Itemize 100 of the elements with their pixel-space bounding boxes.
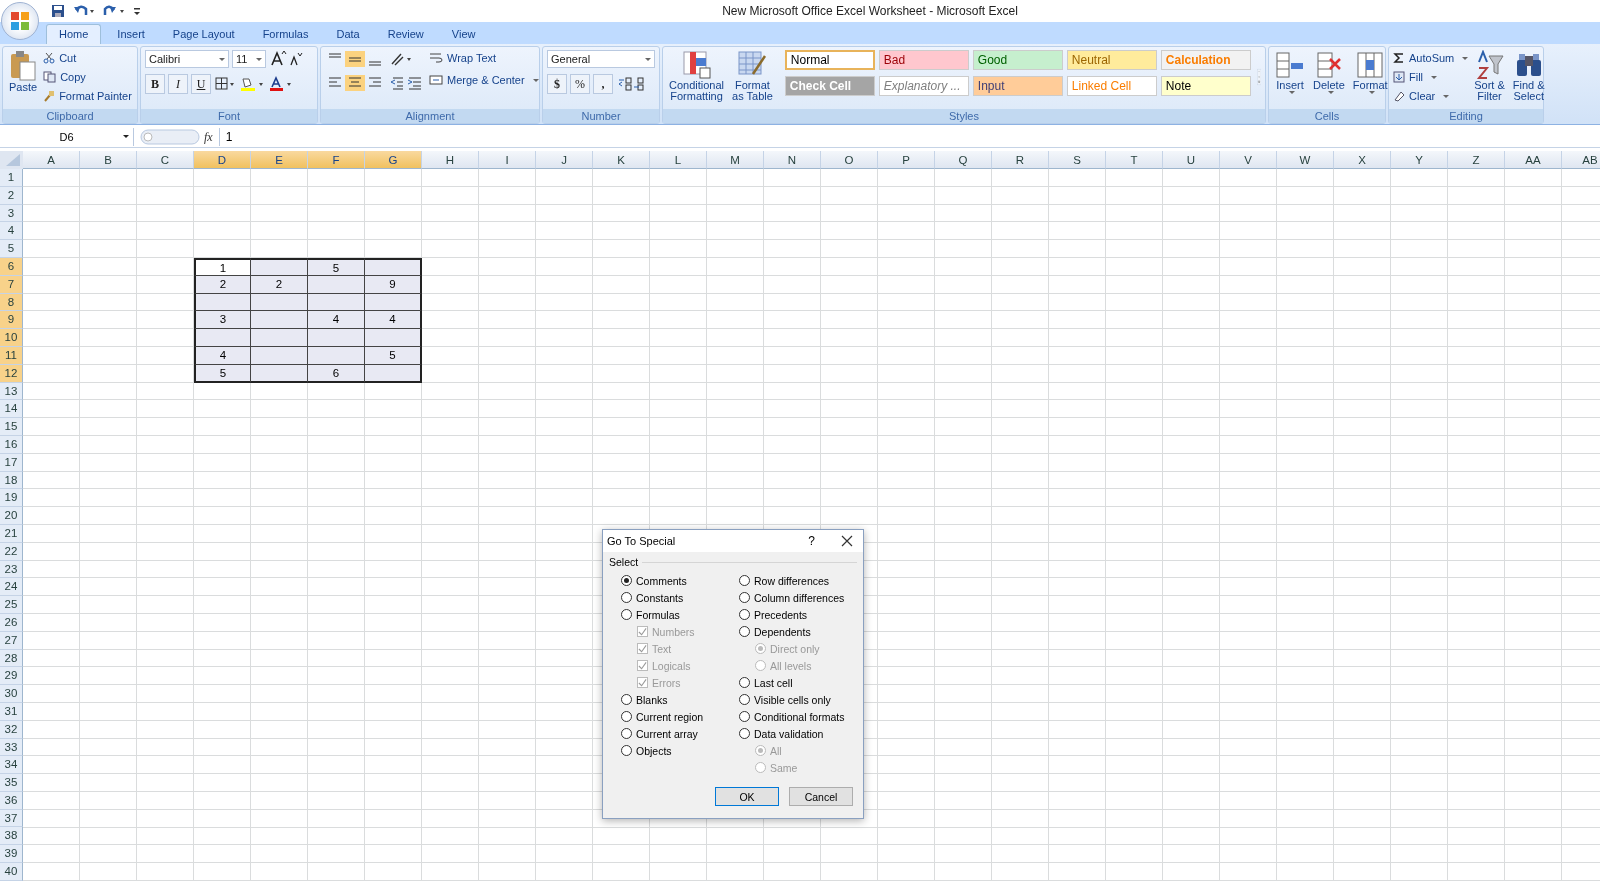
help-button[interactable]: ?: [808, 534, 815, 548]
column-header[interactable]: S: [1049, 151, 1106, 169]
ribbon-tab[interactable]: Page Layout: [160, 25, 247, 44]
radio-option[interactable]: Conditional formats: [739, 708, 857, 725]
radio-option[interactable]: Row differences: [739, 572, 857, 589]
find-select-button[interactable]: Find & Select: [1510, 50, 1547, 102]
percent-button[interactable]: %: [570, 74, 590, 94]
cell-style-option[interactable]: Input: [972, 76, 1063, 96]
ribbon-tab[interactable]: View: [439, 25, 488, 44]
row-header[interactable]: 39: [0, 845, 23, 864]
paste-button[interactable]: Paste: [7, 50, 40, 93]
ribbon-tab[interactable]: Insert: [105, 25, 157, 44]
fill-button[interactable]: Fill: [1393, 69, 1469, 85]
font-size-dropdown[interactable]: 11: [232, 50, 266, 68]
copy-button[interactable]: Copy: [43, 69, 132, 85]
row-header[interactable]: 4: [0, 222, 23, 241]
row-header[interactable]: 34: [0, 756, 23, 775]
radio-option[interactable]: Blanks: [621, 691, 739, 708]
borders-icon[interactable]: [214, 76, 236, 92]
column-header[interactable]: K: [593, 151, 650, 169]
ribbon-tab[interactable]: Data: [324, 25, 372, 44]
format-button[interactable]: Format: [1350, 50, 1390, 94]
conditional-formatting-button[interactable]: Conditional Formatting: [667, 50, 727, 102]
row-header[interactable]: 29: [0, 667, 23, 686]
name-box[interactable]: D6: [0, 128, 134, 146]
row-header[interactable]: 35: [0, 774, 23, 792]
column-header[interactable]: W: [1277, 151, 1334, 169]
format-painter-button[interactable]: Format Painter: [43, 88, 132, 104]
column-header[interactable]: U: [1163, 151, 1220, 169]
insert-button[interactable]: Insert: [1273, 50, 1307, 94]
row-header[interactable]: 38: [0, 827, 23, 846]
radio-option[interactable]: Current array: [621, 725, 739, 742]
column-header[interactable]: Y: [1391, 151, 1448, 169]
column-header[interactable]: O: [821, 151, 878, 169]
merge-center-button[interactable]: Merge & Center: [429, 72, 539, 88]
fill-color-icon[interactable]: [239, 76, 265, 92]
currency-button[interactable]: $: [547, 74, 567, 94]
column-header[interactable]: D: [194, 151, 251, 169]
radio-option[interactable]: Dependents: [739, 623, 857, 640]
save-icon[interactable]: [51, 4, 65, 18]
insert-function-button[interactable]: fx: [204, 129, 213, 145]
row-header[interactable]: 15: [0, 418, 23, 436]
undo-icon[interactable]: [73, 4, 95, 18]
ribbon-tab[interactable]: Review: [375, 25, 436, 44]
column-header[interactable]: M: [707, 151, 764, 169]
row-header[interactable]: 14: [0, 400, 23, 419]
cell-style-option[interactable]: Neutral: [1066, 50, 1157, 70]
column-header[interactable]: R: [992, 151, 1049, 169]
column-header[interactable]: B: [80, 151, 137, 169]
radio-option[interactable]: Formulas: [621, 606, 739, 623]
resize-handle-icon[interactable]: [140, 129, 200, 145]
comma-button[interactable]: ,: [593, 74, 613, 94]
formula-field[interactable]: 1: [218, 128, 1600, 146]
radio-option[interactable]: Objects: [621, 742, 739, 759]
column-header[interactable]: J: [536, 151, 593, 169]
column-header[interactable]: L: [650, 151, 707, 169]
column-header[interactable]: G: [365, 151, 422, 169]
column-header[interactable]: F: [308, 151, 365, 169]
underline-button[interactable]: U: [191, 74, 211, 94]
row-header[interactable]: 9: [0, 311, 23, 330]
column-header[interactable]: P: [878, 151, 935, 169]
column-header[interactable]: E: [251, 151, 308, 169]
radio-option[interactable]: Comments: [621, 572, 739, 589]
column-header[interactable]: H: [422, 151, 479, 169]
radio-option[interactable]: Visible cells only: [739, 691, 857, 708]
column-header[interactable]: AB: [1562, 151, 1600, 169]
ribbon-tab[interactable]: Home: [46, 24, 102, 44]
column-header[interactable]: Q: [935, 151, 992, 169]
radio-option[interactable]: Data validation: [739, 725, 857, 742]
wrap-text-button[interactable]: Wrap Text: [429, 50, 539, 66]
number-format-dropdown[interactable]: General: [547, 50, 655, 68]
row-header[interactable]: 30: [0, 685, 23, 703]
close-icon[interactable]: [841, 535, 853, 547]
cut-button[interactable]: Cut: [43, 50, 132, 66]
column-header[interactable]: V: [1220, 151, 1277, 169]
italic-button[interactable]: I: [168, 74, 188, 94]
cell-style-option[interactable]: Good: [972, 50, 1063, 70]
sort-filter-button[interactable]: Sort & Filter: [1472, 50, 1507, 102]
radio-option[interactable]: Precedents: [739, 606, 857, 623]
radio-option[interactable]: Last cell: [739, 674, 857, 691]
radio-option[interactable]: Current region: [621, 708, 739, 725]
row-header[interactable]: 19: [0, 489, 23, 508]
row-header[interactable]: 10: [0, 329, 23, 347]
row-header[interactable]: 20: [0, 507, 23, 525]
radio-option[interactable]: Column differences: [739, 589, 857, 606]
column-header[interactable]: T: [1106, 151, 1163, 169]
column-header[interactable]: Z: [1448, 151, 1505, 169]
row-header[interactable]: 5: [0, 240, 23, 258]
ok-button[interactable]: OK: [715, 787, 779, 806]
column-header[interactable]: I: [479, 151, 536, 169]
column-header[interactable]: AA: [1505, 151, 1562, 169]
grow-font-icon[interactable]: [269, 50, 305, 68]
redo-icon[interactable]: [103, 4, 125, 18]
cell-style-option[interactable]: Bad: [878, 50, 969, 70]
font-name-dropdown[interactable]: Calibri: [145, 50, 229, 68]
office-button[interactable]: [1, 2, 39, 40]
column-header[interactable]: N: [764, 151, 821, 169]
cancel-button[interactable]: Cancel: [789, 787, 853, 806]
column-header[interactable]: A: [23, 151, 80, 169]
row-header[interactable]: 1: [0, 169, 23, 187]
